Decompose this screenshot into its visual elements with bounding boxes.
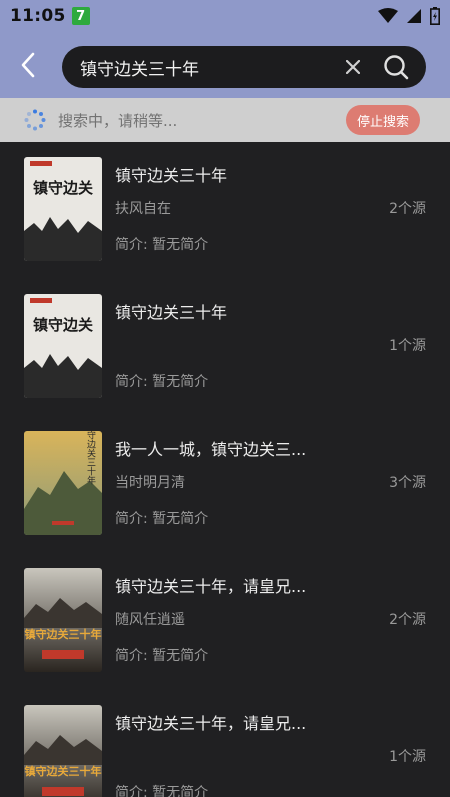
status-bar: 11:05 7 [0, 0, 450, 32]
status-icons [378, 7, 440, 25]
search-box [62, 46, 426, 88]
book-title: 镇守边关三十年 [115, 303, 228, 322]
book-intro: 简介: 暂无简介 [115, 648, 209, 664]
result-item[interactable]: 镇守边关三十年 我一人一城，镇守边关三... 当时明月清 3个源 简介: 暂无简… [0, 416, 450, 553]
source-count: 1个源 [389, 338, 426, 354]
book-intro: 简介: 暂无简介 [115, 237, 209, 253]
book-cover: 镇守边关三十年 [24, 705, 102, 797]
signal-icon [407, 9, 421, 23]
back-arrow-icon [21, 52, 35, 78]
searching-bar: 搜索中，请稍等... 停止搜索 [0, 98, 450, 142]
back-button[interactable] [0, 32, 56, 98]
book-author: 随风任逍遥 [115, 612, 185, 628]
wifi-icon [378, 8, 398, 23]
book-author: 当时明月清 [115, 475, 185, 491]
book-cover: 镇守边关 [24, 294, 102, 398]
result-item[interactable]: 镇守边关三十年 镇守边关三十年，请皇兄... 1个源 简介: 暂无简介 [0, 690, 450, 797]
clear-search-button[interactable] [340, 54, 366, 80]
source-count: 2个源 [389, 612, 426, 628]
book-title: 我一人一城，镇守边关三... [115, 440, 307, 459]
searching-status-text: 搜索中，请稍等... [58, 111, 178, 130]
search-button[interactable] [382, 53, 410, 81]
result-item[interactable]: 镇守边关三十年 镇守边关三十年，请皇兄... 随风任逍遥 2个源 简介: 暂无简… [0, 553, 450, 690]
source-count: 2个源 [389, 201, 426, 217]
book-cover: 镇守边关 [24, 157, 102, 261]
status-time: 11:05 [10, 6, 66, 26]
cover-title-text: 镇守边关 [33, 316, 93, 334]
cover-title-text: 镇守边关三十年 [25, 764, 102, 778]
result-item[interactable]: 镇守边关 镇守边关三十年 扶风自在 2个源 简介: 暂无简介 [0, 142, 450, 279]
source-count: 3个源 [389, 475, 426, 491]
book-intro: 简介: 暂无简介 [115, 511, 209, 527]
book-title: 镇守边关三十年，请皇兄... [115, 714, 307, 733]
stop-search-button[interactable]: 停止搜索 [346, 105, 420, 135]
book-intro: 简介: 暂无简介 [115, 374, 209, 390]
book-cover: 镇守边关三十年 [24, 431, 102, 535]
result-list: 镇守边关 镇守边关三十年 扶风自在 2个源 简介: 暂无简介 镇守边关 镇守边关… [0, 142, 450, 797]
book-author: 扶风自在 [115, 201, 171, 217]
book-title: 镇守边关三十年 [115, 166, 228, 185]
cover-title-text: 镇守边关 [33, 179, 93, 197]
book-intro: 简介: 暂无简介 [115, 785, 209, 797]
battery-icon [430, 7, 440, 25]
search-input[interactable] [80, 57, 340, 77]
book-cover: 镇守边关三十年 [24, 568, 102, 672]
search-icon [384, 55, 409, 80]
loading-spinner-icon [24, 109, 46, 131]
notification-badge: 7 [71, 7, 90, 25]
cover-title-text: 镇守边关三十年 [85, 431, 96, 485]
search-header [0, 32, 450, 98]
cover-title-text: 镇守边关三十年 [25, 627, 102, 641]
book-title: 镇守边关三十年，请皇兄... [115, 577, 307, 596]
source-count: 1个源 [389, 749, 426, 765]
close-icon [346, 60, 360, 74]
result-item[interactable]: 镇守边关 镇守边关三十年 1个源 简介: 暂无简介 [0, 279, 450, 416]
